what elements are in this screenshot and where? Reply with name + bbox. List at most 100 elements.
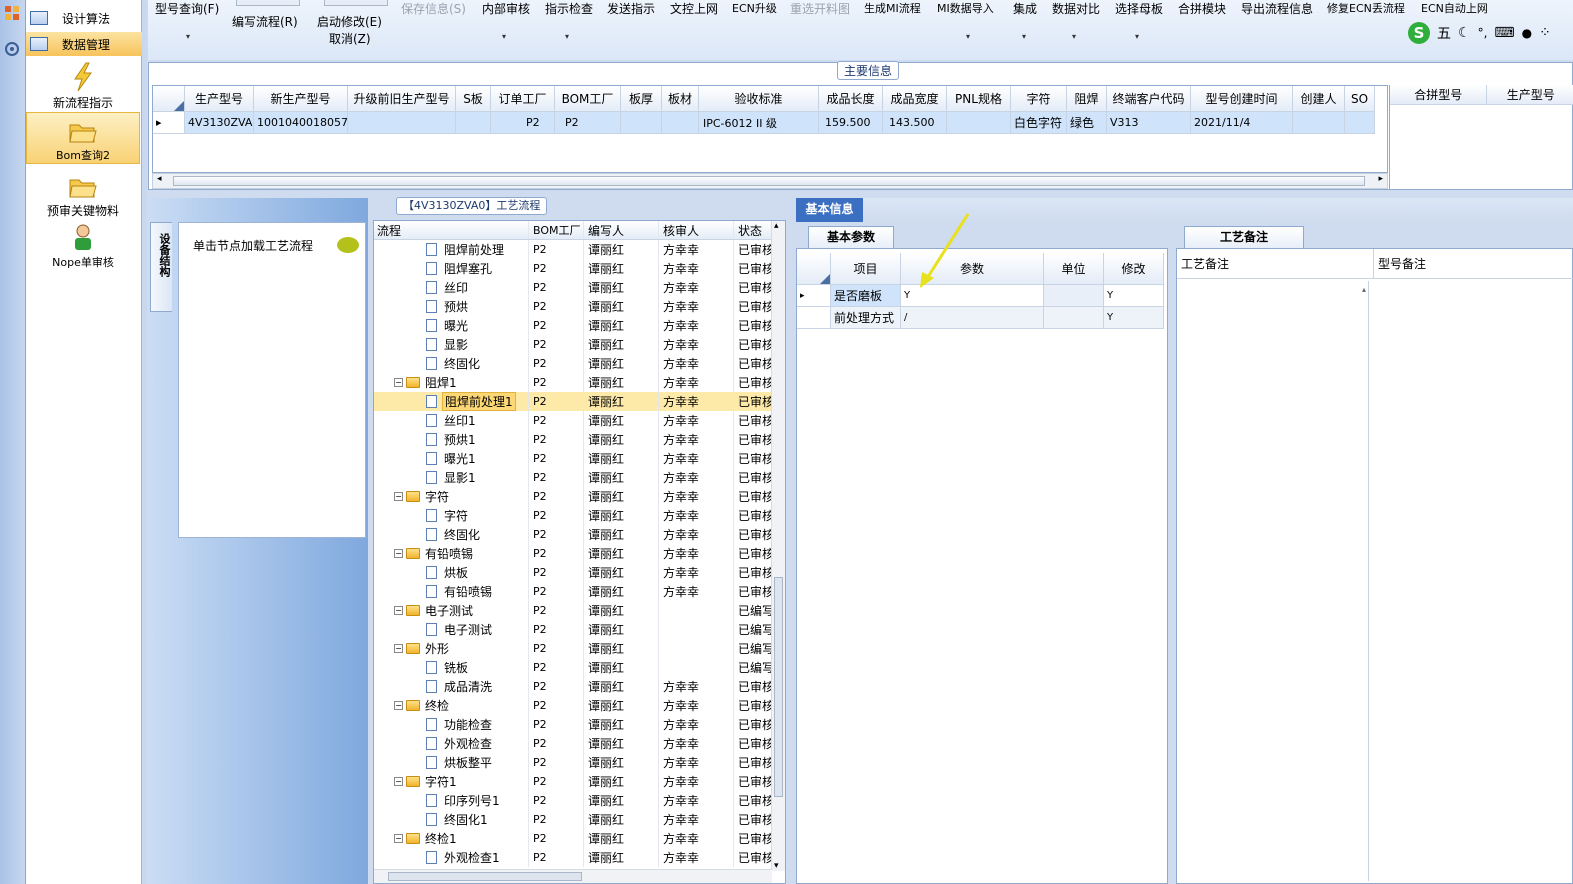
row-indicator-icon[interactable]: ▸	[797, 285, 831, 307]
tree-row[interactable]: 显影1 P2 谭丽红 方幸幸 已审核	[374, 468, 772, 487]
table-cell[interactable]: P2	[529, 487, 584, 506]
tree-row[interactable]: 电子测试 P2 谭丽红 已编写	[374, 620, 772, 639]
start-modify-button[interactable]: 启动修改(E)	[317, 13, 382, 30]
table-cell[interactable]: P2	[529, 658, 584, 677]
nav-tab-data-management[interactable]: 数据管理	[26, 32, 142, 56]
table-cell[interactable]: 谭丽红	[584, 658, 659, 677]
table-cell[interactable]: P2	[491, 112, 555, 134]
column-header[interactable]: 编写人	[584, 221, 659, 239]
column-header[interactable]: BOM工厂	[555, 86, 621, 112]
table-cell[interactable]: Y	[1104, 307, 1164, 329]
table-cell[interactable]: P2	[529, 411, 584, 430]
data-compare-button[interactable]: 数据对比	[1052, 0, 1100, 17]
table-cell[interactable]: P2	[529, 639, 584, 658]
table-cell[interactable]: P2	[529, 316, 584, 335]
table-cell[interactable]: 方幸幸	[659, 487, 734, 506]
table-cell[interactable]: 谭丽红	[584, 544, 659, 563]
collapse-icon[interactable]: −	[394, 378, 403, 387]
tree-node[interactable]: − 字符1	[374, 772, 529, 791]
table-cell[interactable]: P2	[555, 112, 621, 134]
table-cell[interactable]: P2	[529, 582, 584, 601]
table-cell[interactable]: P2	[529, 506, 584, 525]
select-mother-board-button[interactable]: 选择母板	[1115, 0, 1163, 17]
table-cell[interactable]	[1044, 285, 1104, 307]
tree-row[interactable]: − 外形 P2 谭丽红 已编写	[374, 639, 772, 658]
column-header[interactable]: 板厚	[621, 86, 662, 112]
instruction-check-button[interactable]: 指示检查	[545, 0, 593, 17]
table-cell[interactable]	[1293, 112, 1345, 134]
tree-node[interactable]: 终固化	[374, 525, 529, 544]
column-header[interactable]: 生产型号	[1487, 85, 1573, 104]
keyboard-icon[interactable]: ⌨	[1494, 25, 1514, 41]
ime-mode[interactable]: 五	[1437, 23, 1451, 43]
user-icon[interactable]: ●	[1522, 26, 1532, 40]
tree-row[interactable]: 印序列号1 P2 谭丽红 方幸幸 已审核	[374, 791, 772, 810]
table-cell[interactable]: 方幸幸	[659, 449, 734, 468]
table-cell[interactable]	[621, 112, 662, 134]
table-cell[interactable]: 谭丽红	[584, 810, 659, 829]
table-cell[interactable]: 方幸幸	[659, 791, 734, 810]
column-header[interactable]: 验收标准	[699, 86, 819, 112]
table-cell[interactable]: 谭丽红	[584, 335, 659, 354]
table-cell[interactable]: 已审核	[734, 259, 772, 278]
select-all-corner[interactable]	[797, 253, 831, 285]
nav-tab-design-algorithm[interactable]: 设计算法	[26, 6, 142, 30]
table-cell[interactable]: 白色字符	[1011, 112, 1067, 134]
table-cell[interactable]: 143.500	[883, 112, 947, 134]
table-cell[interactable]: 谭丽红	[584, 430, 659, 449]
scroll-up-icon[interactable]: ▴	[774, 221, 779, 231]
table-cell[interactable]: 已审核	[734, 430, 772, 449]
table-cell[interactable]: 方幸幸	[659, 335, 734, 354]
table-cell[interactable]: P2	[529, 259, 584, 278]
table-cell[interactable]: 谭丽红	[584, 316, 659, 335]
tree-node[interactable]: 终固化1	[374, 810, 529, 829]
dropdown-arrow-icon[interactable]: ▾	[186, 32, 190, 41]
column-header[interactable]: 阻焊	[1067, 86, 1107, 112]
table-cell[interactable]: 谭丽红	[584, 753, 659, 772]
vertical-splitter[interactable]	[787, 198, 796, 884]
tree-node[interactable]: 字符	[374, 506, 529, 525]
tree-row[interactable]: 功能检查 P2 谭丽红 方幸幸 已审核	[374, 715, 772, 734]
ecn-auto-online-button[interactable]: ECN自动上网	[1421, 0, 1488, 16]
model-query-button[interactable]: 型号查询(F)	[155, 0, 219, 17]
table-cell[interactable]: 方幸幸	[659, 582, 734, 601]
tree-row[interactable]: 预烘1 P2 谭丽红 方幸幸 已审核	[374, 430, 772, 449]
settings-icon[interactable]	[3, 40, 21, 58]
nav-item-new-process[interactable]: 新流程指示	[26, 58, 140, 110]
tree-row[interactable]: − 字符 P2 谭丽红 方幸幸 已审核	[374, 487, 772, 506]
dropdown-arrow-icon[interactable]: ▾	[1135, 32, 1139, 41]
collapse-icon[interactable]: −	[394, 777, 403, 786]
table-cell[interactable]: 谭丽红	[584, 278, 659, 297]
table-cell[interactable]	[1345, 112, 1375, 134]
column-header[interactable]: SO	[1345, 86, 1375, 112]
tree-row[interactable]: 阻焊前处理 P2 谭丽红 方幸幸 已审核	[374, 240, 772, 259]
column-header[interactable]: 升级前旧生产型号	[348, 86, 456, 112]
table-cell[interactable]: 方幸幸	[659, 544, 734, 563]
tree-node[interactable]: 烘板	[374, 563, 529, 582]
table-cell[interactable]: 方幸幸	[659, 734, 734, 753]
column-header[interactable]: 合拼型号	[1390, 85, 1488, 104]
table-cell[interactable]: 方幸幸	[659, 715, 734, 734]
table-cell[interactable]: P2	[529, 772, 584, 791]
tree-node[interactable]: − 有铅喷锡	[374, 544, 529, 563]
table-cell[interactable]: 方幸幸	[659, 696, 734, 715]
table-cell[interactable]: /	[901, 307, 1044, 329]
table-cell[interactable]: 谭丽红	[584, 392, 659, 411]
scrollbar-thumb[interactable]	[173, 176, 1365, 186]
tree-row[interactable]: 阻焊塞孔 P2 谭丽红 方幸幸 已审核	[374, 259, 772, 278]
table-cell[interactable]: 已审核	[734, 563, 772, 582]
table-cell[interactable]: 已编写	[734, 601, 772, 620]
dropdown-arrow-icon[interactable]: ▾	[1072, 32, 1076, 41]
nav-item-bom-query2[interactable]: Bom查询2	[26, 112, 140, 164]
table-cell[interactable]: 已审核	[734, 411, 772, 430]
table-cell[interactable]: 谭丽红	[584, 240, 659, 259]
table-cell[interactable]: P2	[529, 696, 584, 715]
table-cell[interactable]: 已审核	[734, 297, 772, 316]
table-cell[interactable]: 方幸幸	[659, 525, 734, 544]
column-header[interactable]: S板	[456, 86, 491, 112]
tree-row[interactable]: 烘板整平 P2 谭丽红 方幸幸 已审核	[374, 753, 772, 772]
table-cell[interactable]: 已审核	[734, 582, 772, 601]
internal-review-button[interactable]: 内部审核	[482, 0, 530, 17]
tree-row[interactable]: 字符 P2 谭丽红 方幸幸 已审核	[374, 506, 772, 525]
table-cell[interactable]: 谭丽红	[584, 734, 659, 753]
